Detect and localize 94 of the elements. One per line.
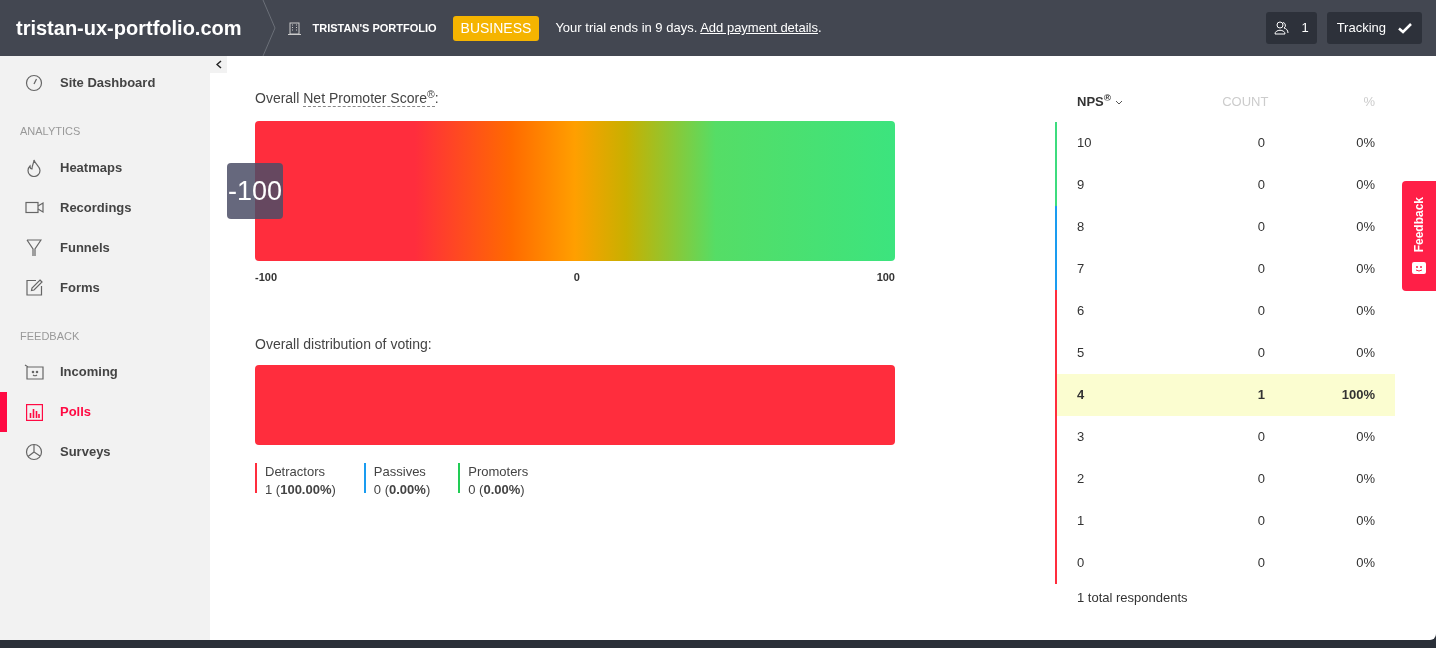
distribution-title: Overall distribution of voting: bbox=[255, 334, 433, 354]
percent-cell-text: 0% bbox=[1355, 428, 1375, 447]
smiley-icon bbox=[1411, 260, 1427, 275]
column-header[interactable]: NPS$^{®}$ bbox=[1077, 92, 1123, 112]
percent-cell-text: 0% bbox=[1355, 470, 1375, 489]
axis-label: 100 bbox=[876, 270, 895, 285]
count-cell-text: 0 bbox=[1256, 554, 1265, 573]
sidebar-item[interactable]: Surveys bbox=[0, 432, 210, 472]
nps-title: Overall Net Promoter Score$^{®}$: bbox=[255, 88, 440, 109]
score-cell-text: 0 bbox=[1077, 554, 1086, 573]
table-row[interactable]: 3 0 0% bbox=[1055, 416, 1395, 458]
percent-cell-text: 0% bbox=[1355, 554, 1375, 573]
count-cell-text: 0 bbox=[1256, 512, 1265, 531]
percent-cell-text: 0% bbox=[1355, 512, 1375, 531]
axis-label: 0 bbox=[573, 270, 580, 285]
count-cell-text: 0 bbox=[1256, 218, 1265, 237]
score-cell-text: 6 bbox=[1077, 302, 1086, 321]
percent-cell-text: 0% bbox=[1355, 176, 1375, 195]
sidebar-item[interactable]: Recordings bbox=[0, 187, 210, 228]
score-cell-text: 4 bbox=[1077, 386, 1086, 405]
count-cell-text: 1 bbox=[1256, 386, 1265, 405]
score-cell-text: 1 bbox=[1077, 512, 1086, 531]
trial-notice: Your trial ends in 9 days. bbox=[555, 20, 699, 36]
breadcrumb-separator-icon bbox=[261, 0, 276, 56]
table-row[interactable]: 10 0 0% bbox=[1055, 122, 1395, 164]
sidebar-item[interactable]: Heatmaps bbox=[0, 147, 210, 188]
plan-badge: BUSINESS bbox=[452, 15, 540, 41]
payment-link[interactable]: Add payment details bbox=[700, 20, 818, 36]
legend-label: Passives bbox=[373, 462, 427, 481]
funnel-icon bbox=[26, 238, 42, 257]
sidebar-item[interactable]: Incoming bbox=[0, 352, 210, 392]
chevron-left-icon bbox=[215, 60, 222, 69]
axis-label: -100 bbox=[255, 270, 278, 285]
users-icon bbox=[1274, 21, 1290, 35]
count-cell-text: 0 bbox=[1256, 176, 1265, 195]
sidebar-item[interactable]: Funnels bbox=[0, 227, 210, 268]
table-row[interactable]: 0 0 0% bbox=[1055, 542, 1395, 584]
count-cell-text: 0 bbox=[1256, 260, 1265, 279]
table-row[interactable]: 5 0 0% bbox=[1055, 332, 1395, 374]
count-cell-text: 0 bbox=[1256, 134, 1265, 153]
legend-label: Promoters bbox=[468, 462, 529, 481]
score-cell-text: 3 bbox=[1077, 428, 1086, 447]
percent-cell-text: 100% bbox=[1340, 386, 1375, 405]
sidebar-item[interactable]: Site Dashboard bbox=[0, 63, 210, 103]
checkmark-icon bbox=[1398, 22, 1412, 34]
percent-cell-text: 0% bbox=[1355, 260, 1375, 279]
active-indicator bbox=[0, 392, 7, 432]
table-row[interactable]: 9 0 0% bbox=[1055, 164, 1395, 206]
chevron-down-icon bbox=[1114, 99, 1123, 105]
score-cell-text: 9 bbox=[1077, 176, 1086, 195]
count-cell-text: 0 bbox=[1256, 428, 1265, 447]
collapse-sidebar-button[interactable] bbox=[210, 56, 227, 73]
trial-notice-end: . bbox=[817, 20, 822, 36]
legend-value: 0 (0.00%) bbox=[468, 480, 526, 499]
table-row[interactable]: 4 1 100% bbox=[1055, 374, 1395, 416]
site-name[interactable]: tristan-ux-portfolio.com bbox=[0, 13, 262, 43]
table-row[interactable]: 7 0 0% bbox=[1055, 248, 1395, 290]
score-cell-text: 10 bbox=[1077, 134, 1093, 153]
legend-label: Detractors bbox=[265, 462, 326, 481]
percent-cell-text: 0% bbox=[1355, 134, 1375, 153]
tracking-button[interactable]: Tracking bbox=[1326, 12, 1422, 44]
count-cell-text: 0 bbox=[1256, 470, 1265, 489]
smiley-inbox-icon bbox=[24, 364, 44, 380]
table-row[interactable]: 2 0 0% bbox=[1055, 458, 1395, 500]
section-heading: ANALYTICS bbox=[19, 124, 82, 139]
count-cell-text: 0 bbox=[1256, 344, 1265, 363]
sidebar-item[interactable]: Forms bbox=[0, 267, 210, 308]
pie-chart-icon bbox=[25, 443, 43, 461]
feedback-tab[interactable]: Feedback bbox=[1402, 181, 1436, 291]
bar-chart-icon bbox=[25, 403, 43, 421]
percent-cell-text: 0% bbox=[1355, 344, 1375, 363]
score-cell-text: 2 bbox=[1077, 470, 1086, 489]
score-cell-text: 5 bbox=[1077, 344, 1086, 363]
table-row[interactable]: 1 0 0% bbox=[1055, 500, 1395, 542]
column-header: % bbox=[1362, 93, 1375, 112]
count-cell-text: 0 bbox=[1256, 302, 1265, 321]
nps-score-marker: -100 bbox=[227, 163, 283, 219]
table-row[interactable]: 8 0 0% bbox=[1055, 206, 1395, 248]
video-camera-icon bbox=[24, 201, 44, 214]
score-cell-text: 7 bbox=[1077, 260, 1086, 279]
sidebar-item[interactable]: Polls bbox=[0, 392, 210, 432]
legend-value: 0 (0.00%) bbox=[373, 480, 431, 499]
table-row[interactable]: 6 0 0% bbox=[1055, 290, 1395, 332]
percent-cell-text: 0% bbox=[1355, 302, 1375, 321]
gauge-icon bbox=[25, 74, 43, 92]
pencil-form-icon bbox=[25, 279, 43, 296]
section-heading: FEEDBACK bbox=[19, 328, 81, 344]
percent-cell-text: 0% bbox=[1355, 218, 1375, 237]
users-button[interactable]: 1 bbox=[1266, 12, 1317, 44]
building-icon bbox=[287, 21, 301, 35]
score-cell-text: 8 bbox=[1077, 218, 1086, 237]
flame-icon bbox=[26, 158, 42, 177]
organization-name[interactable]: TRISTAN'S PORTFOLIO bbox=[312, 19, 437, 37]
legend-value: 1 (100.00%) bbox=[265, 480, 336, 499]
